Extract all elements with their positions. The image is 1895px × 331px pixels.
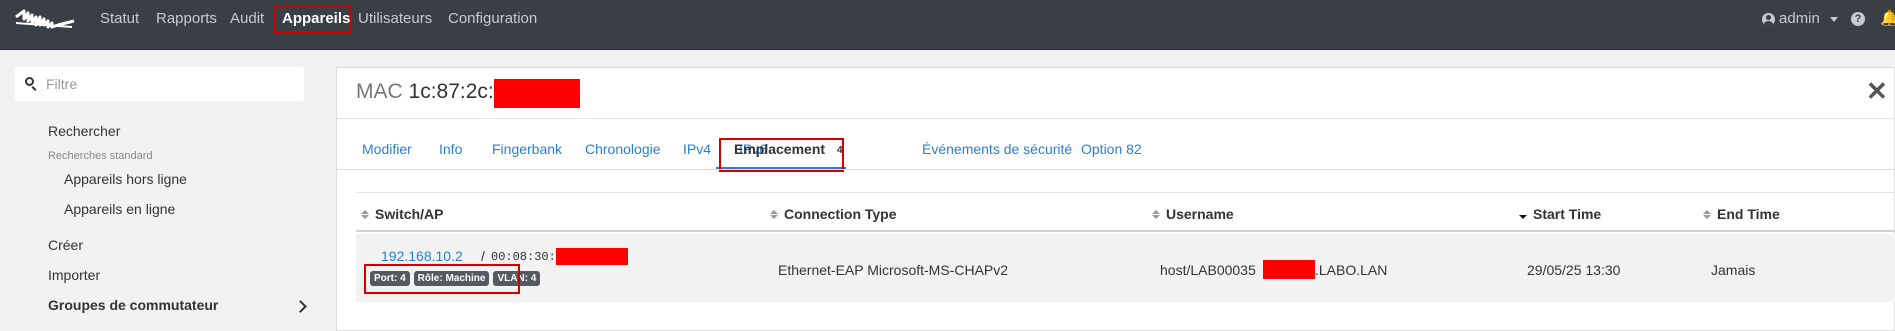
tab-modifier[interactable]: Modifier — [362, 141, 412, 157]
switch-ip-link[interactable]: 192.168.10.2 — [381, 248, 463, 264]
help-icon[interactable]: ? — [1851, 12, 1865, 26]
mac-value: 1c:87:2c: — [408, 80, 494, 103]
nav-utilisateurs[interactable]: Utilisateurs — [358, 9, 432, 29]
username-suffix: .LABO.LAN — [1315, 262, 1388, 278]
sidebar-item-appareils-en-ligne[interactable]: Appareils en ligne — [64, 201, 175, 217]
chevron-right-icon[interactable] — [294, 300, 307, 313]
search-icon — [25, 77, 34, 86]
connection-type-cell: Ethernet-EAP Microsoft-MS-CHAPv2 — [778, 262, 1009, 278]
table-row[interactable]: 192.168.10.2 / 00:08:30: Port: 4 Rôle: M… — [356, 234, 1895, 302]
sidebar-item-creer[interactable]: Créer — [48, 237, 83, 253]
nav-audit[interactable]: Audit — [230, 9, 264, 29]
sidebar-item-groupes-de-commutateur[interactable]: Groupes de commutateur — [48, 297, 218, 313]
redaction-switch-mac — [556, 248, 628, 265]
nav-statut[interactable]: Statut — [100, 9, 139, 29]
page-title: MAC 1c:87:2c: — [356, 80, 494, 104]
mac-label: MAC — [356, 80, 403, 103]
tab-evenements-de-securite[interactable]: Événements de sécurité — [922, 141, 1072, 157]
user-icon — [1762, 12, 1775, 26]
device-panel: MAC 1c:87:2c: ✕ Modifier Info Fingerbank… — [336, 67, 1895, 331]
switch-mac: 00:08:30: — [491, 250, 556, 264]
redaction-username — [1263, 260, 1315, 279]
redaction-mac — [494, 79, 580, 108]
end-time-cell: Jamais — [1711, 262, 1756, 278]
sidebar-item-rechercher[interactable]: Rechercher — [48, 123, 120, 139]
column-header-label: End Time — [1717, 206, 1780, 222]
sort-desc-icon — [1519, 210, 1527, 219]
tab-fingerbank[interactable]: Fingerbank — [492, 141, 562, 157]
filter-placeholder: Filtre — [46, 76, 78, 92]
switch-separator: / — [481, 248, 485, 264]
tab-info[interactable]: Info — [439, 141, 462, 157]
bell-icon[interactable]: 🔔 — [1880, 9, 1895, 27]
caret-down-icon — [1829, 16, 1838, 22]
highlight-box-tab — [719, 138, 844, 172]
tab-ipv4[interactable]: IPv4 — [683, 141, 711, 157]
sidebar: Filtre Rechercher Recherches standard Ap… — [0, 51, 322, 331]
sort-icon — [361, 209, 369, 219]
column-header-username[interactable]: Username — [1152, 206, 1234, 222]
nav-rapports[interactable]: Rapports — [156, 9, 217, 29]
user-menu[interactable]: admin — [1762, 9, 1838, 29]
column-header-connection-type[interactable]: Connection Type — [770, 206, 897, 222]
tab-chronologie[interactable]: Chronologie — [585, 141, 661, 157]
highlight-box-badges — [364, 264, 520, 294]
column-header-label: Connection Type — [784, 206, 897, 222]
sort-icon — [770, 209, 778, 219]
column-header-end-time[interactable]: End Time — [1703, 206, 1780, 222]
tab-option-82[interactable]: Option 82 — [1081, 141, 1142, 157]
top-navbar: Statut Rapports Audit Appareils Utilisat… — [0, 0, 1895, 50]
username-prefix: host/LAB00035 — [1160, 262, 1256, 278]
sidebar-caption-recherches-standard: Recherches standard — [48, 150, 153, 162]
sort-icon — [1703, 209, 1711, 219]
column-header-start-time[interactable]: Start Time — [1519, 206, 1601, 222]
table-header: Switch/AP Connection Type Username Start… — [356, 192, 1895, 232]
column-header-label: Username — [1166, 206, 1234, 222]
divider — [337, 118, 1895, 119]
sort-icon — [1152, 209, 1160, 219]
nav-configuration[interactable]: Configuration — [448, 9, 537, 29]
filter-input[interactable]: Filtre — [15, 67, 304, 101]
start-time-cell: 29/05/25 13:30 — [1527, 262, 1621, 278]
highlight-box-nav — [273, 6, 352, 33]
user-name: admin — [1779, 10, 1820, 27]
sidebar-item-importer[interactable]: Importer — [48, 267, 100, 283]
column-header-label: Start Time — [1533, 206, 1602, 222]
divider — [337, 169, 1895, 170]
column-header-label: Switch/AP — [375, 206, 444, 222]
column-header-switch-ap[interactable]: Switch/AP — [361, 206, 443, 222]
close-icon[interactable]: ✕ — [1866, 78, 1888, 104]
sidebar-item-appareils-hors-ligne[interactable]: Appareils hors ligne — [64, 171, 187, 187]
packetfence-logo[interactable] — [14, 5, 76, 35]
